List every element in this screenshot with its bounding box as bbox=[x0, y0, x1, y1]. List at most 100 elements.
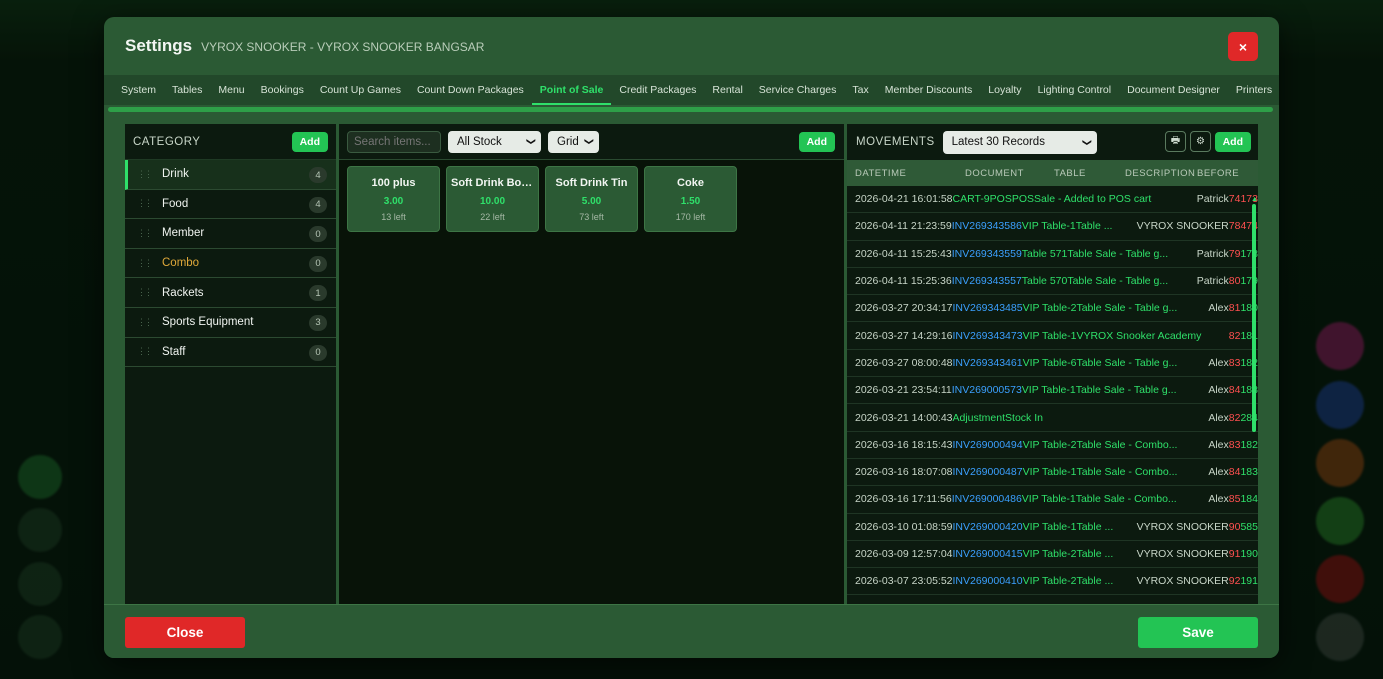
add-item-button[interactable]: Add bbox=[798, 132, 835, 152]
item-card[interactable]: 100 plus 3.00 13 left bbox=[347, 166, 440, 232]
row-table: VIP Table-1 bbox=[1021, 220, 1076, 233]
chevron-down-icon: ❯ bbox=[1082, 138, 1093, 146]
tab-member-discounts[interactable]: Member Discounts bbox=[877, 75, 981, 105]
drag-handle-icon[interactable]: ⋮⋮ bbox=[137, 258, 153, 269]
category-item-staff[interactable]: ⋮⋮ Staff 0 bbox=[125, 338, 336, 368]
row-description: Table Sale - Combo... bbox=[1076, 438, 1178, 451]
category-header: CATEGORY Add bbox=[125, 124, 336, 160]
tab-count-down-packages[interactable]: Count Down Packages bbox=[409, 75, 532, 105]
row-description: Table Sale - Combo... bbox=[1075, 493, 1177, 506]
tab-loyalty[interactable]: Loyalty bbox=[980, 75, 1029, 105]
table-row[interactable]: 2026-03-10 01:08:59 INV269000420 VIP Table… bbox=[847, 514, 1258, 541]
row-before: 74 bbox=[1228, 193, 1241, 206]
table-row[interactable]: 2026-04-11 15:25:36 INV269343557 Table 570… bbox=[847, 268, 1258, 296]
add-movement-button[interactable]: Add bbox=[1214, 132, 1251, 152]
add-category-button[interactable]: Add bbox=[291, 131, 328, 152]
close-icon[interactable]: × bbox=[1228, 32, 1258, 61]
panel-divider[interactable] bbox=[844, 124, 846, 604]
tab-count-up-games[interactable]: Count Up Games bbox=[312, 75, 409, 105]
column-header[interactable]: DESCRIPTION bbox=[1125, 168, 1195, 179]
drag-handle-icon[interactable]: ⋮⋮ bbox=[137, 346, 153, 357]
row-table: VIP Table-2 bbox=[1022, 302, 1077, 315]
row-datetime: 2026-04-11 21:23:59 bbox=[855, 220, 952, 233]
item-card[interactable]: Soft Drink Tin 5.00 73 left bbox=[545, 166, 638, 232]
table-row[interactable]: 2026-04-11 21:23:59 INV269343586 VIP Table… bbox=[847, 213, 1258, 241]
drag-handle-icon[interactable]: ⋮⋮ bbox=[137, 198, 153, 209]
drag-handle-icon[interactable]: ⋮⋮ bbox=[137, 287, 153, 298]
category-item-member[interactable]: ⋮⋮ Member 0 bbox=[125, 219, 336, 249]
table-row[interactable]: 2026-04-21 16:01:58 CART-9POS POS Sale - Ad… bbox=[847, 186, 1258, 214]
item-card[interactable]: Coke 1.50 170 left bbox=[644, 166, 737, 232]
category-item-sports-equipment[interactable]: ⋮⋮ Sports Equipment 3 bbox=[125, 308, 336, 338]
row-table: POS bbox=[1011, 193, 1035, 206]
category-item-rackets[interactable]: ⋮⋮ Rackets 1 bbox=[125, 278, 336, 308]
table-row[interactable]: 2026-03-27 08:00:48 INV269343461 VIP Table… bbox=[847, 350, 1258, 378]
table-row[interactable]: 2026-03-27 14:29:16 INV269343473 VIP Table… bbox=[847, 322, 1258, 350]
tab-printers[interactable]: Printers bbox=[1228, 75, 1279, 105]
row-datetime: 2026-04-11 15:25:43 bbox=[855, 247, 952, 260]
tab-bookings[interactable]: Bookings bbox=[253, 75, 312, 105]
tab-rental[interactable]: Rental bbox=[704, 75, 750, 105]
row-datetime: 2026-04-11 15:25:36 bbox=[855, 275, 952, 288]
row-datetime: 2026-03-07 23:05:52 bbox=[855, 575, 953, 588]
category-title: CATEGORY bbox=[133, 135, 201, 148]
tab-tax[interactable]: Tax bbox=[844, 75, 876, 105]
tab-scrollbar[interactable] bbox=[108, 107, 1273, 112]
column-header[interactable]: TABLE bbox=[1054, 168, 1086, 179]
category-item-drink[interactable]: ⋮⋮ Drink 4 bbox=[125, 160, 336, 190]
row-after: 191 bbox=[1240, 575, 1258, 588]
tab-document-designer[interactable]: Document Designer bbox=[1119, 75, 1228, 105]
tab-point-of-sale[interactable]: Point of Sale bbox=[531, 75, 612, 105]
tab-tables[interactable]: Tables bbox=[164, 75, 210, 105]
movements-filter-select[interactable]: Latest 30 Records ❯ bbox=[942, 130, 1097, 154]
tab-service-charges[interactable]: Service Charges bbox=[751, 75, 845, 105]
table-row[interactable]: 2026-03-21 23:54:11 INV269000573 VIP Table… bbox=[847, 377, 1258, 405]
item-name: Coke bbox=[677, 177, 704, 189]
drag-handle-icon[interactable]: ⋮⋮ bbox=[137, 169, 153, 180]
table-row[interactable]: 2026-03-21 14:00:43 Adjustment Stock In Ale… bbox=[847, 404, 1258, 432]
drag-handle-icon[interactable]: ⋮⋮ bbox=[137, 317, 153, 328]
gear-icon[interactable]: ⚙ bbox=[1190, 131, 1211, 152]
item-card[interactable]: Soft Drink Bottle 10.00 22 left bbox=[446, 166, 539, 232]
category-item-combo[interactable]: ⋮⋮ Combo 0 bbox=[125, 249, 336, 279]
row-description: Table ... bbox=[1076, 575, 1114, 588]
tab-credit-packages[interactable]: Credit Packages bbox=[611, 75, 704, 105]
close-button[interactable]: Close bbox=[125, 617, 245, 648]
table-row[interactable]: 2026-03-27 20:34:17 INV269343485 VIP Table… bbox=[847, 295, 1258, 323]
row-user: Alex bbox=[1208, 493, 1229, 506]
column-header[interactable]: BEFORE bbox=[1197, 168, 1239, 179]
column-header[interactable]: DATETIME bbox=[855, 168, 906, 179]
row-document: INV269000573 bbox=[951, 384, 1022, 397]
movements-scrollbar[interactable] bbox=[1252, 204, 1256, 432]
search-input[interactable] bbox=[347, 130, 441, 153]
settings-modal: Settings VYROX SNOOKER - VYROX SNOOKER B… bbox=[104, 17, 1279, 658]
column-header[interactable]: DOCUMENT bbox=[965, 168, 1024, 179]
modal-title: Settings bbox=[125, 36, 193, 55]
view-mode-select[interactable]: Grid ❯ bbox=[548, 130, 599, 153]
row-datetime: 2026-04-21 16:01:58 bbox=[855, 193, 953, 206]
table-row[interactable]: 2026-03-09 12:57:04 INV269000415 VIP Table… bbox=[847, 541, 1258, 569]
scroll-up-icon[interactable]: ▲ bbox=[1251, 196, 1258, 203]
printer-icon[interactable]: 🖶 bbox=[1165, 131, 1186, 152]
row-datetime: 2026-03-16 17:11:56 bbox=[855, 493, 952, 506]
row-before: 83 bbox=[1228, 356, 1241, 369]
stock-filter-select[interactable]: All Stock ❯ bbox=[448, 130, 541, 153]
table-row[interactable]: 2026-03-16 17:11:56 INV269000486 VIP Table… bbox=[847, 486, 1258, 514]
movements-table-body: 2026-04-21 16:01:58 CART-9POS POS Sale - Ad… bbox=[847, 186, 1258, 596]
table-row[interactable]: 2026-03-07 23:05:52 INV269000410 VIP Table… bbox=[847, 568, 1258, 596]
category-item-food[interactable]: ⋮⋮ Food 4 bbox=[125, 190, 336, 220]
table-row[interactable]: 2026-03-16 18:15:43 INV269000494 VIP Table… bbox=[847, 432, 1258, 459]
row-document: Adjustment bbox=[952, 411, 1006, 424]
drag-handle-icon[interactable]: ⋮⋮ bbox=[137, 228, 153, 239]
tab-lighting-control[interactable]: Lighting Control bbox=[1030, 75, 1120, 105]
item-price: 3.00 bbox=[383, 196, 404, 207]
save-button[interactable]: Save bbox=[1138, 617, 1258, 648]
table-row[interactable]: 2026-03-16 18:07:08 INV269000487 VIP Table… bbox=[847, 459, 1258, 487]
table-row[interactable]: 2026-04-11 15:25:43 INV269343559 Table 571… bbox=[847, 241, 1258, 268]
tab-menu[interactable]: Menu bbox=[210, 75, 252, 105]
tab-system[interactable]: System bbox=[113, 75, 164, 105]
row-before: 84 bbox=[1228, 466, 1241, 479]
item-price: 1.50 bbox=[680, 196, 701, 207]
row-user: Patrick bbox=[1196, 275, 1229, 288]
row-datetime: 2026-03-27 14:29:16 bbox=[855, 329, 953, 342]
